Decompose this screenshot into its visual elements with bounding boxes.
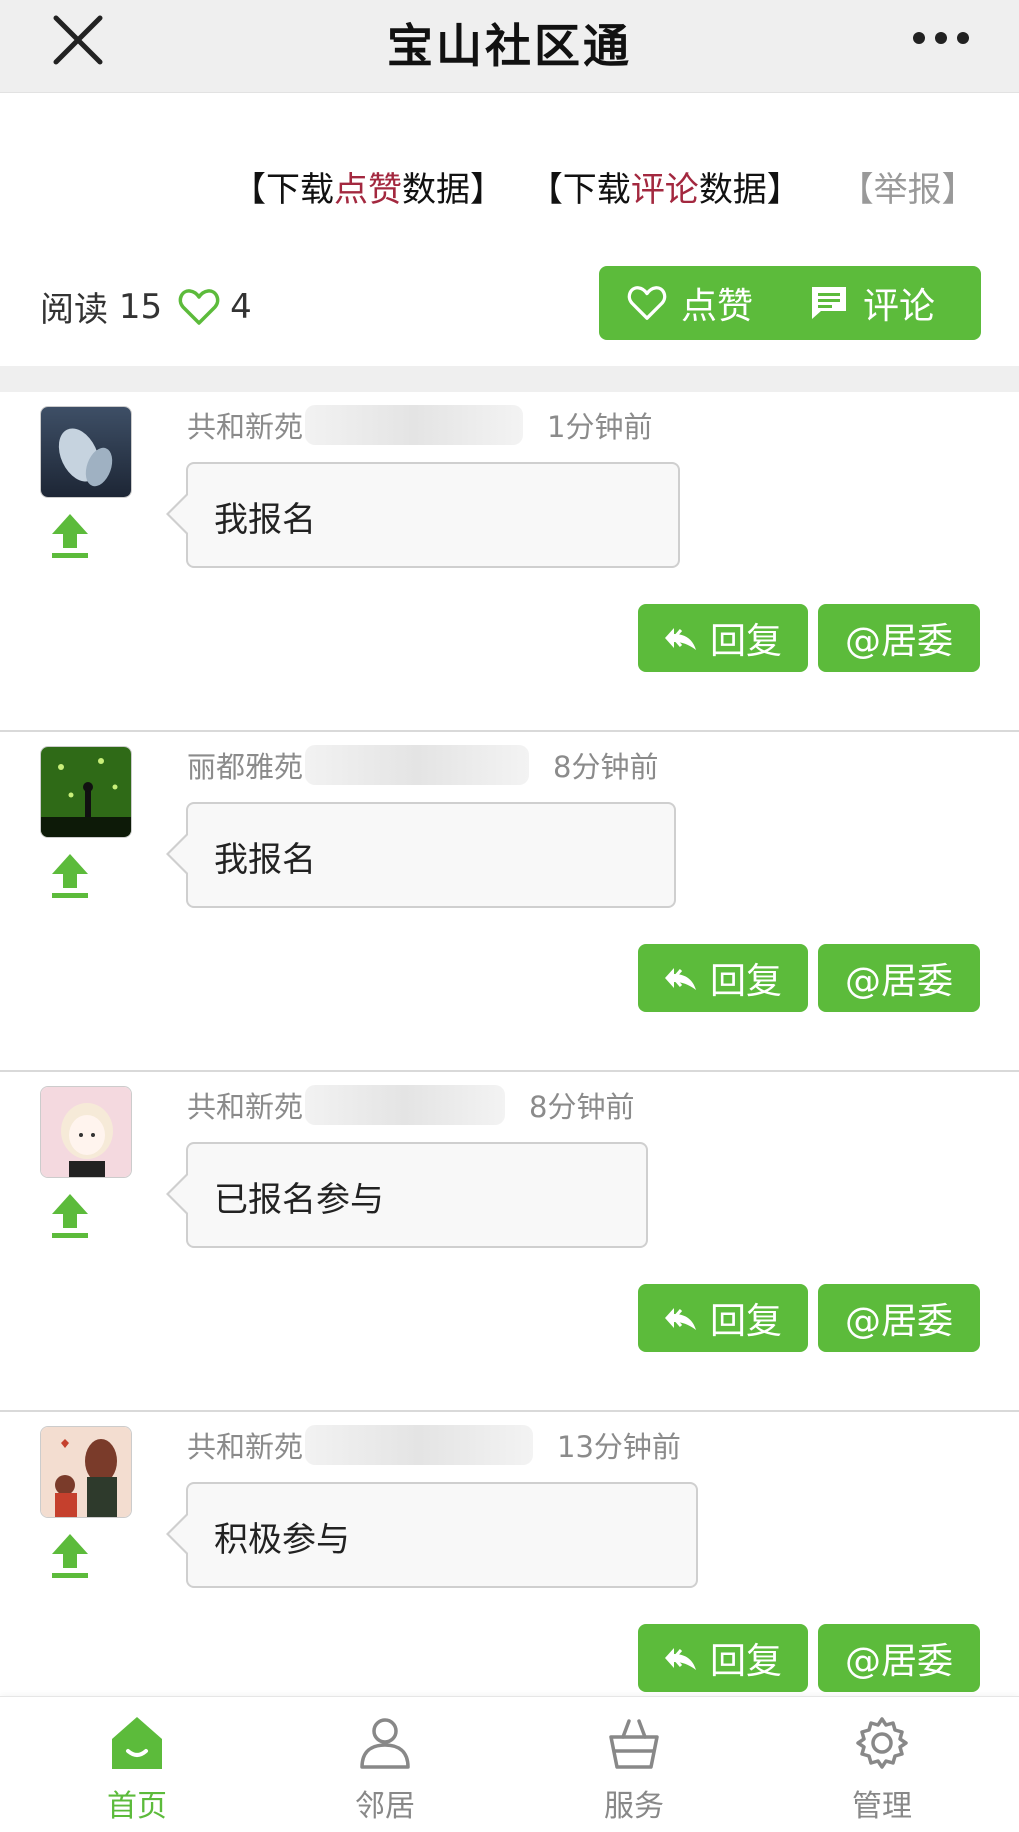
tab-home-label: 首页 — [107, 1789, 167, 1824]
reply-label: 回复 — [709, 961, 782, 1002]
gear-icon — [856, 1717, 908, 1769]
heart-outline-icon — [178, 288, 220, 325]
comment-author: 共和新苑 — [187, 410, 304, 444]
comment-text: 已报名参与 — [214, 1180, 384, 1220]
tab-home[interactable]: 首页 — [67, 1697, 207, 1832]
comment-item: 共和新苑 1分钟前 我报名 回复 @居委 — [0, 392, 1019, 732]
basket-icon — [609, 1719, 659, 1769]
comment-icon — [812, 287, 846, 319]
comment-author: 共和新苑 — [187, 1430, 304, 1464]
page-title: 宝山社区通 — [387, 19, 632, 73]
reply-button[interactable]: 回复 — [638, 1624, 808, 1692]
download-likes-hl: 点赞 — [334, 170, 402, 210]
at-committee-button[interactable]: @居委 — [818, 1284, 980, 1352]
section-divider — [0, 366, 1019, 392]
home-icon — [112, 1717, 162, 1769]
comment-item: 丽都雅苑 8分钟前 我报名 回复 @居委 — [0, 732, 1019, 1072]
read-label: 阅读 — [40, 290, 108, 330]
at-committee-button[interactable]: @居委 — [818, 944, 980, 1012]
like-button[interactable]: 点赞 — [599, 266, 809, 340]
green-field-avatar-icon — [41, 747, 131, 837]
comment-text: 我报名 — [214, 840, 316, 880]
tab-services-label: 服务 — [604, 1789, 664, 1824]
comment-button-label: 评论 — [863, 286, 936, 327]
comment-author: 共和新苑 — [187, 1090, 304, 1124]
blurred-name — [305, 1425, 534, 1465]
person-icon — [360, 1718, 410, 1769]
comment-meta: 共和新苑 8分钟前 — [187, 1084, 634, 1126]
at-committee-button[interactable]: @居委 — [818, 1624, 980, 1692]
comment-time: 8分钟前 — [529, 1090, 635, 1124]
comment-text: 积极参与 — [214, 1520, 350, 1560]
comment-item: 共和新苑 8分钟前 已报名参与 回复 @居委 — [0, 1072, 1019, 1412]
blurred-name — [305, 745, 530, 785]
reply-all-icon — [664, 1648, 696, 1670]
upvote-icon[interactable] — [50, 852, 90, 900]
at-committee-label: @居委 — [844, 1301, 953, 1342]
comment-bubble: 我报名 — [166, 462, 680, 568]
tab-manage[interactable]: 管理 — [812, 1697, 952, 1832]
at-committee-label: @居委 — [844, 961, 953, 1002]
comment-meta: 共和新苑 13分钟前 — [187, 1424, 681, 1466]
download-comments-link[interactable]: 【下载评论数据】 — [529, 170, 801, 210]
upvote-icon[interactable] — [50, 1192, 90, 1240]
avatar[interactable] — [40, 1426, 132, 1518]
at-committee-button[interactable]: @居委 — [818, 604, 980, 672]
dolphin-avatar-icon — [41, 407, 131, 497]
reply-button[interactable]: 回复 — [638, 1284, 808, 1352]
download-links: 【下载点赞数据】 【下载评论数据】 【举报】 — [232, 162, 976, 211]
like-count: 4 — [230, 286, 252, 327]
report-link[interactable]: 【举报】 — [840, 170, 976, 210]
comment-bubble: 已报名参与 — [166, 1142, 648, 1248]
blurred-name — [305, 405, 524, 445]
reply-all-icon — [664, 628, 696, 650]
download-likes-pre: 【下载 — [232, 170, 334, 210]
download-likes-link[interactable]: 【下载点赞数据】 — [232, 170, 504, 210]
comment-meta: 丽都雅苑 8分钟前 — [187, 744, 658, 786]
comment-meta: 共和新苑 1分钟前 — [187, 404, 652, 446]
comment-time: 1分钟前 — [547, 410, 653, 444]
download-likes-post: 数据】 — [402, 170, 504, 210]
read-count: 15 — [118, 286, 163, 327]
comment-author: 丽都雅苑 — [187, 750, 304, 784]
avatar[interactable] — [40, 406, 132, 498]
reply-button[interactable]: 回复 — [638, 944, 808, 1012]
mother-child-avatar-icon — [41, 1427, 131, 1517]
at-committee-label: @居委 — [844, 621, 953, 662]
download-comments-post: 数据】 — [698, 170, 801, 210]
like-button-label: 点赞 — [681, 286, 754, 327]
more-icon[interactable] — [911, 30, 971, 46]
anime-girl-avatar-icon — [41, 1087, 131, 1177]
stats-row: 阅读 15 4 — [40, 282, 252, 331]
at-committee-label: @居委 — [844, 1641, 953, 1682]
upvote-icon[interactable] — [50, 1532, 90, 1580]
comment-text: 我报名 — [214, 500, 316, 540]
heart-icon — [627, 286, 667, 320]
comment-bubble: 我报名 — [166, 802, 676, 908]
like-comment-bar: 点赞 评论 — [599, 266, 981, 340]
reply-all-icon — [664, 1308, 696, 1330]
reply-label: 回复 — [709, 621, 782, 662]
comment-time: 13分钟前 — [557, 1430, 681, 1464]
upvote-icon[interactable] — [50, 512, 90, 560]
reply-button[interactable]: 回复 — [638, 604, 808, 672]
download-comments-pre: 【下载 — [528, 170, 631, 210]
comment-button[interactable]: 评论 — [809, 266, 935, 340]
avatar[interactable] — [40, 1086, 132, 1178]
blurred-name — [305, 1085, 506, 1125]
tab-services[interactable]: 服务 — [564, 1697, 704, 1832]
top-bar: 宝山社区通 — [0, 0, 1019, 93]
reply-label: 回复 — [709, 1301, 782, 1342]
comment-time: 8分钟前 — [553, 750, 659, 784]
reply-all-icon — [664, 968, 696, 990]
tab-neighbors-label: 邻居 — [355, 1789, 415, 1824]
reply-label: 回复 — [709, 1641, 782, 1682]
download-comments-hl: 评论 — [630, 170, 699, 210]
tab-neighbors[interactable]: 邻居 — [315, 1697, 455, 1832]
bottom-tab-bar: 首页 邻居 服务 管理 — [0, 1696, 1019, 1832]
tab-manage-label: 管理 — [852, 1789, 912, 1824]
comment-bubble: 积极参与 — [166, 1482, 698, 1588]
avatar[interactable] — [40, 746, 132, 838]
